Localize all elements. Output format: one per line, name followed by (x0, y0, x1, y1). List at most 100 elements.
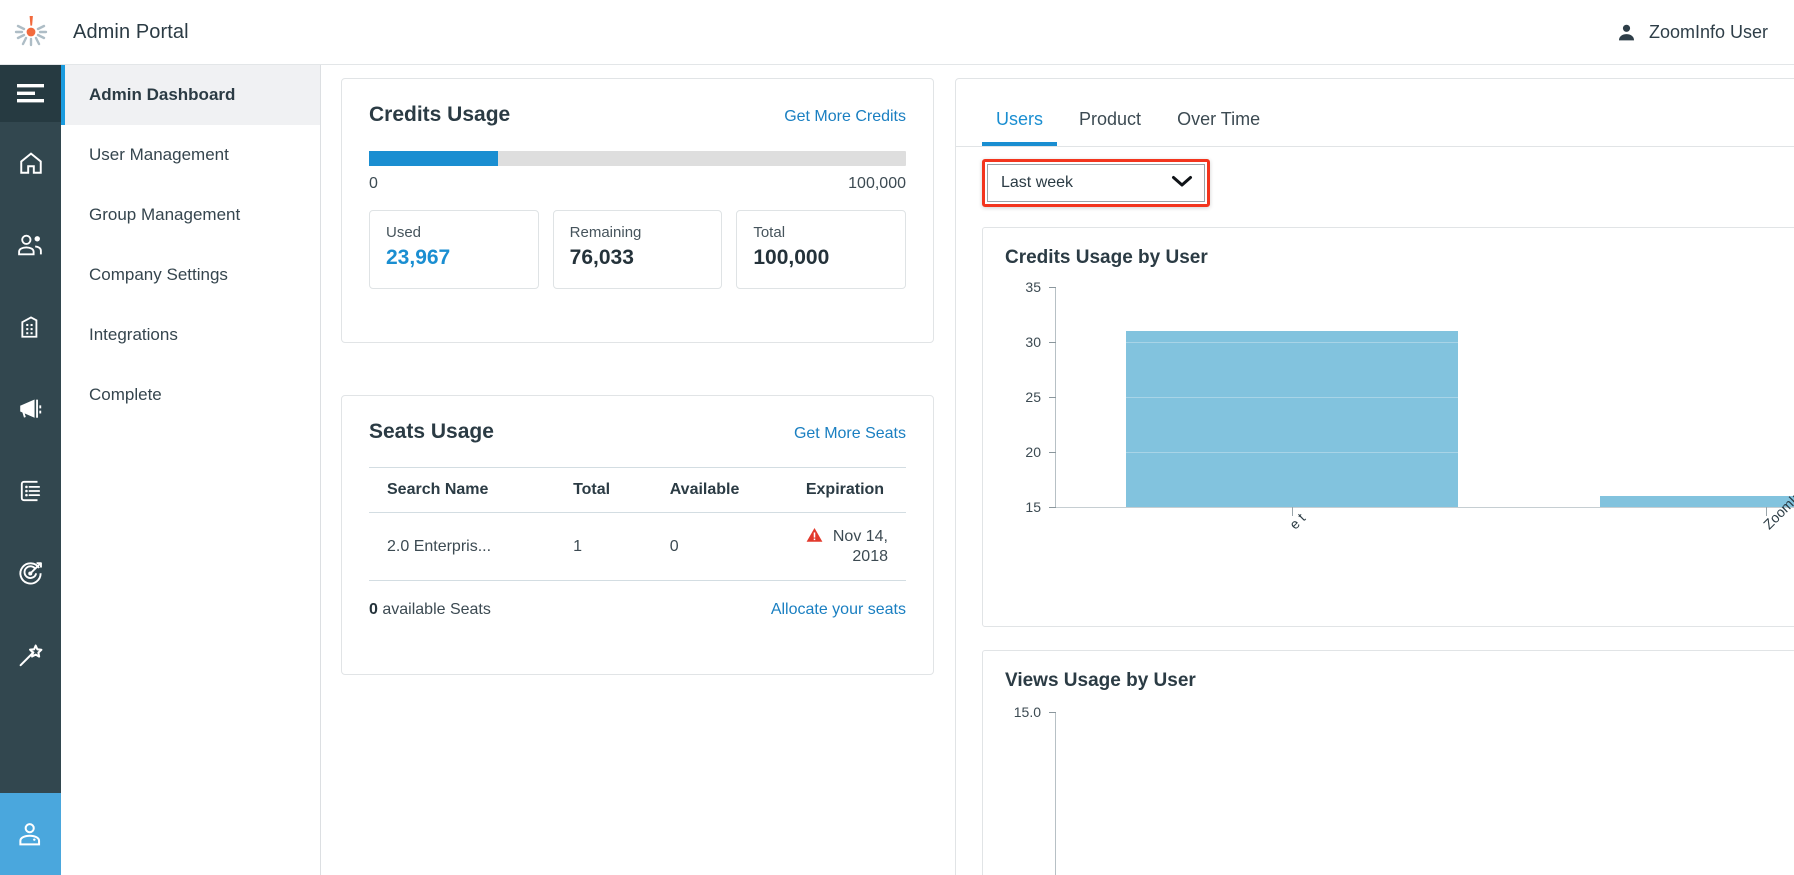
gridline (1126, 342, 1458, 343)
x-axis-tick-label: ZoomInfo User (1760, 456, 1794, 533)
column-available: Available (669, 467, 788, 513)
y-axis-tick-label: 25 (1025, 389, 1041, 405)
credits-progress-fill (369, 151, 498, 166)
column-search-name: Search Name (369, 467, 574, 513)
sidebar-icon-magic-wand[interactable] (0, 614, 61, 696)
sidebar-item-label: Group Management (89, 205, 241, 224)
tab-product[interactable]: Product (1065, 101, 1155, 146)
y-axis-tickmark (1049, 342, 1056, 343)
y-axis-tickmark (1049, 287, 1056, 288)
stat-used: Used 23,967 (369, 210, 539, 289)
tab-users[interactable]: Users (982, 101, 1058, 146)
sidebar-item-group-management[interactable]: Group Management (61, 185, 320, 245)
warning-triangle-icon (806, 527, 823, 548)
user-name: ZoomInfo User (1648, 21, 1768, 42)
sidebar-icon-admin-user[interactable] (0, 793, 61, 875)
chart-title: Views Usage by User (1005, 670, 1196, 691)
expiration-date: Nov 14, 2018 (832, 528, 888, 565)
credits-usage-by-user-chart: Credits Usage by User 35 30 25 20 15 e t ZoomI… (982, 227, 1794, 627)
sidebar-icon-home[interactable] (0, 122, 61, 204)
y-axis-tickmark (1049, 397, 1056, 398)
allocate-seats-link[interactable]: Allocate your seats (771, 601, 906, 619)
sidebar-item-complete[interactable]: Complete (61, 365, 320, 425)
sidebar-item-label: Complete (89, 385, 162, 404)
stat-label: Total (753, 224, 786, 241)
secondary-nav: Admin Dashboard User Management Group Ma… (61, 65, 321, 875)
hamburger-menu-icon[interactable] (0, 65, 61, 122)
sidebar-icon-people[interactable] (0, 204, 61, 286)
available-seats-count: 0 (369, 601, 378, 618)
x-axis-tick-label: e t (1286, 509, 1309, 533)
credits-usage-card: Credits Usage Get More Credits 0 100,000… (341, 78, 934, 343)
y-axis-tick-label: 15.0 (1013, 704, 1041, 720)
available-seats-summary: 0 available Seats (369, 601, 491, 619)
stat-label: Used (386, 224, 422, 241)
y-axis-tick-label: 20 (1025, 444, 1041, 460)
sidebar-icon-building[interactable] (0, 286, 61, 368)
chevron-down-icon (1171, 174, 1193, 193)
column-total: Total (573, 467, 670, 513)
views-usage-by-user-chart: Views Usage by User 15.014.5 (982, 650, 1794, 875)
usage-panel: Users Product Over Time Last week Credit… (955, 78, 1794, 875)
top-bar: Admin Portal ZoomInfo User (0, 0, 1794, 65)
sidebar-item-label: Company Settings (89, 265, 228, 284)
sidebar-item-user-management[interactable]: User Management (61, 125, 320, 185)
stat-remaining: Remaining 76,033 (552, 210, 723, 289)
stat-value: 100,000 (753, 246, 830, 269)
seats-card-header: Seats Usage Get More Seats (342, 396, 933, 444)
credits-progress-scale: 0 100,000 (369, 175, 906, 193)
cell-available: 0 (669, 512, 788, 581)
usage-controls: Last week (956, 147, 1794, 207)
column-expiration: Expiration (787, 467, 906, 513)
seats-table: Search Name Total Available Expiration 2… (369, 467, 906, 581)
y-axis-tick-label: 15 (1025, 499, 1041, 515)
date-range-highlight: Last week (982, 159, 1210, 207)
stat-value: 76,033 (569, 246, 634, 269)
seats-usage-card: Seats Usage Get More Seats Search Name T… (341, 395, 934, 675)
chart-title: Credits Usage by User (1005, 247, 1208, 268)
seats-card-title: Seats Usage (369, 420, 494, 443)
person-icon (1616, 22, 1637, 43)
main-canvas: Credits Usage Get More Credits 0 100,000… (321, 65, 1794, 875)
y-axis-line (1055, 712, 1056, 875)
gridline (1126, 397, 1458, 398)
page-title: Admin Portal (73, 20, 189, 43)
icon-rail (0, 65, 61, 875)
bar[interactable] (1600, 496, 1794, 507)
tab-over-time[interactable]: Over Time (1163, 101, 1274, 146)
table-header-row: Search Name Total Available Expiration (369, 467, 906, 513)
get-more-seats-link[interactable]: Get More Seats (794, 425, 906, 443)
date-range-select[interactable]: Last week (987, 164, 1205, 202)
sidebar-item-label: Integrations (89, 325, 178, 344)
credits-card-title: Credits Usage (369, 103, 511, 126)
credits-scale-max: 100,000 (848, 175, 906, 192)
sidebar-item-integrations[interactable]: Integrations (61, 305, 320, 365)
credits-stats-row: Used 23,967 Remaining 76,033 Total 100,0… (342, 193, 933, 289)
table-row[interactable]: 2.0 Enterpris... 1 0 Nov 14, 2018 (369, 512, 906, 581)
y-axis-tickmark (1049, 507, 1056, 508)
usage-tabs: Users Product Over Time (956, 79, 1794, 147)
get-more-credits-link[interactable]: Get More Credits (784, 108, 906, 126)
sidebar-item-admin-dashboard[interactable]: Admin Dashboard (61, 65, 320, 125)
stat-total: Total 100,000 (736, 210, 907, 289)
chart-plot-area: 35 30 25 20 15 e t ZoomInfo User (983, 269, 1794, 599)
y-axis-tick-label: 30 (1025, 334, 1041, 350)
y-axis-tickmark (1049, 452, 1056, 453)
credits-progress-bar (369, 151, 906, 166)
y-axis-tick-label: 35 (1025, 279, 1041, 295)
sidebar-item-company-settings[interactable]: Company Settings (61, 245, 320, 305)
sidebar-item-label: Admin Dashboard (89, 85, 236, 104)
available-seats-text: available Seats (382, 601, 491, 618)
bar[interactable] (1126, 331, 1458, 507)
date-range-value: Last week (1001, 174, 1074, 191)
gridline (1126, 452, 1458, 453)
zoominfo-starburst-logo[interactable] (0, 13, 62, 51)
sidebar-icon-list[interactable] (0, 450, 61, 532)
sidebar-icon-target[interactable] (0, 532, 61, 614)
user-menu[interactable]: ZoomInfo User (1616, 22, 1794, 43)
admin-portal-app: Admin Portal ZoomInfo User Admin Dashboa… (0, 0, 1794, 875)
sidebar-item-label: User Management (89, 145, 229, 164)
stat-value: 23,967 (386, 246, 451, 269)
sidebar-icon-megaphone[interactable] (0, 368, 61, 450)
credits-card-header: Credits Usage Get More Credits (342, 79, 933, 127)
